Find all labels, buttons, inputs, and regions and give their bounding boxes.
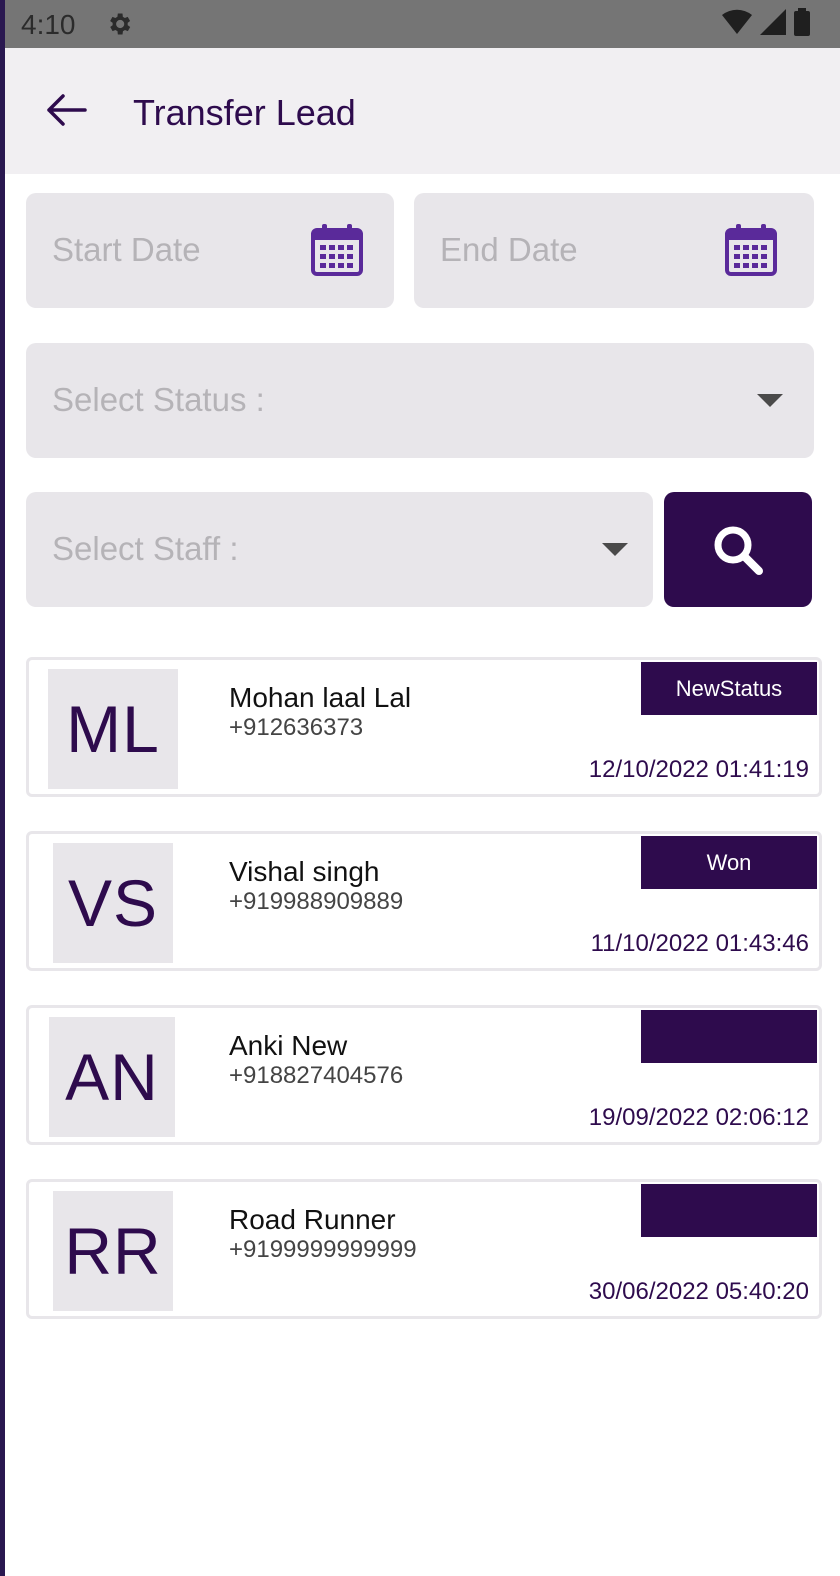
- calendar-icon[interactable]: [724, 223, 778, 277]
- status-badge: NewStatus: [641, 662, 817, 715]
- lead-phone: +9199999999999: [229, 1236, 417, 1263]
- lead-name: Anki New: [229, 1030, 348, 1061]
- lead-phone: +918827404576: [229, 1062, 404, 1089]
- lead-datetime: 11/10/2022 01:43:46: [590, 930, 809, 957]
- lead-datetime: 19/09/2022 02:06:12: [588, 1104, 809, 1131]
- status-select-placeholder: Select Status :: [52, 381, 265, 418]
- staff-select[interactable]: Select Staff :: [26, 492, 653, 607]
- avatar: AN: [49, 1017, 175, 1137]
- staff-select-placeholder: Select Staff :: [52, 530, 239, 567]
- avatar: RR: [53, 1191, 173, 1311]
- status-select[interactable]: Select Status :: [26, 343, 814, 458]
- lead-card[interactable]: VS Vishal singh +919988909889 Won 11/10/…: [26, 831, 822, 971]
- chevron-down-icon: [757, 394, 783, 407]
- start-date-field[interactable]: Start Date: [26, 193, 394, 308]
- status-icons: [722, 7, 810, 41]
- lead-phone: +919988909889: [229, 888, 404, 915]
- lead-name: Vishal singh: [229, 856, 380, 887]
- lead-card[interactable]: ML Mohan laal Lal +912636373 NewStatus 1…: [26, 657, 822, 797]
- avatar: ML: [48, 669, 178, 789]
- page-title: Transfer Lead: [133, 92, 356, 133]
- status-bar: 4:10: [5, 0, 840, 48]
- status-badge: Won: [641, 836, 817, 889]
- search-button[interactable]: [664, 492, 812, 607]
- chevron-down-icon: [602, 543, 628, 556]
- lead-datetime: 12/10/2022 01:41:19: [588, 756, 809, 783]
- lead-card[interactable]: RR Road Runner +9199999999999 30/06/2022…: [26, 1179, 822, 1319]
- app-bar: Transfer Lead: [5, 48, 840, 174]
- calendar-icon[interactable]: [310, 223, 364, 277]
- status-badge: [641, 1010, 817, 1063]
- status-badge: [641, 1184, 817, 1237]
- avatar: VS: [53, 843, 173, 963]
- gear-icon: [105, 10, 133, 38]
- lead-name: Mohan laal Lal: [229, 682, 412, 713]
- end-date-field[interactable]: End Date: [414, 193, 814, 308]
- status-time: 4:10: [21, 9, 76, 40]
- lead-datetime: 30/06/2022 05:40:20: [588, 1278, 809, 1305]
- signal-icon: [760, 8, 786, 40]
- battery-icon: [794, 7, 810, 41]
- arrow-left-icon[interactable]: [43, 90, 91, 130]
- wifi-icon: [722, 9, 752, 40]
- lead-phone: +912636373: [229, 714, 364, 741]
- end-date-placeholder: End Date: [440, 231, 578, 268]
- lead-name: Road Runner: [229, 1204, 396, 1235]
- lead-card[interactable]: AN Anki New +918827404576 19/09/2022 02:…: [26, 1005, 822, 1145]
- left-edge: [0, 0, 5, 1576]
- start-date-placeholder: Start Date: [52, 231, 201, 268]
